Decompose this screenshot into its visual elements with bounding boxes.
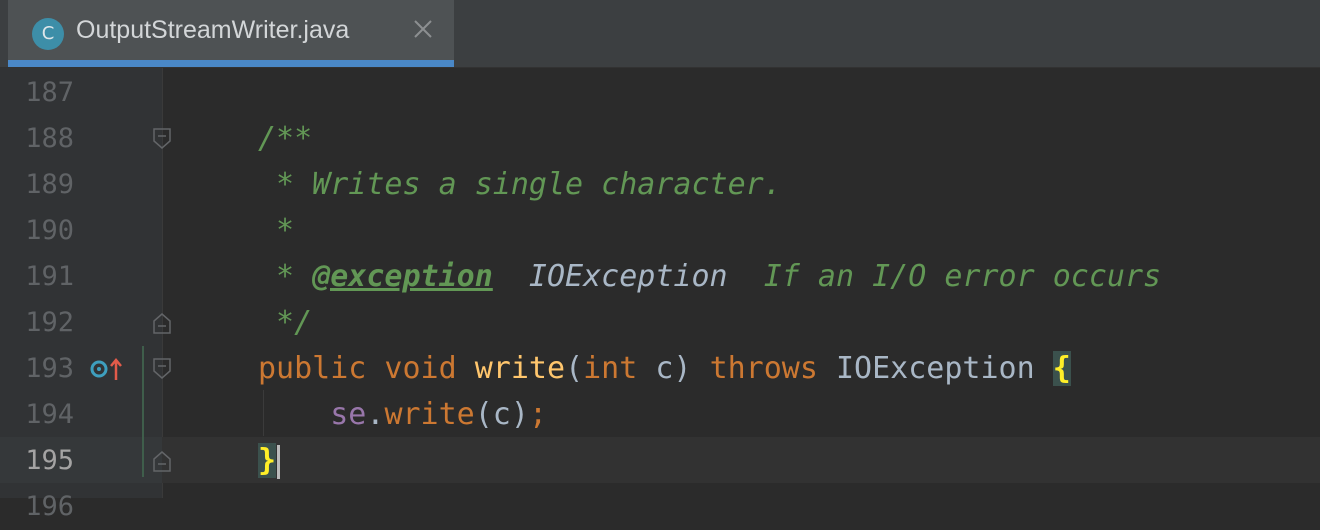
code-line: 192 */ xyxy=(0,300,1320,346)
code-line: 188 /** xyxy=(0,116,1320,162)
line-number: 191 xyxy=(25,261,74,292)
method-signature: public void write(int c) throws IOExcept… xyxy=(258,346,1071,392)
active-tab-indicator xyxy=(8,60,454,67)
line-number-current: 195 xyxy=(25,445,74,476)
semicolon: ; xyxy=(528,397,547,432)
code-line: 191 * @exception IOException If an I/O e… xyxy=(0,254,1320,300)
close-icon[interactable] xyxy=(412,18,434,40)
javadoc-tag[interactable]: @exception xyxy=(312,259,493,294)
code-line: 194 se.write(c); xyxy=(0,392,1320,438)
keyword-throws: throws xyxy=(709,351,818,386)
line-number: 194 xyxy=(25,399,74,430)
doc-comment-open: /** xyxy=(258,121,313,156)
matched-brace-open: { xyxy=(1052,351,1071,386)
doc-star: * xyxy=(258,259,313,294)
fold-close-icon[interactable] xyxy=(152,312,172,334)
code-line: 187 xyxy=(0,70,1320,116)
text-cursor xyxy=(277,444,281,479)
parameter: c) xyxy=(637,351,710,386)
java-class-icon: C xyxy=(32,18,64,50)
closing-brace-line: } xyxy=(258,438,281,484)
field-se[interactable]: se xyxy=(330,397,366,432)
matched-brace-close: } xyxy=(258,443,277,478)
fold-open-icon[interactable] xyxy=(152,128,172,150)
overrides-method-icon[interactable] xyxy=(90,356,124,382)
dot: . xyxy=(366,397,385,432)
doc-comment-text: * Writes a single character. xyxy=(258,167,782,202)
code-line: 196 xyxy=(0,484,1320,530)
keyword-void: void xyxy=(366,351,475,386)
tab-title: OutputStreamWriter.java xyxy=(76,16,350,44)
code-line: 193 public void write(int c) throws IOEx… xyxy=(0,346,1320,392)
doc-comment-text: * xyxy=(258,213,295,248)
method-call-write[interactable]: write xyxy=(384,397,474,432)
line-number: 193 xyxy=(25,353,74,384)
doc-comment-text: If an I/O error occurs xyxy=(727,259,1162,294)
doc-comment-close: */ xyxy=(258,305,313,340)
tab-bar: C OutputStreamWriter.java xyxy=(0,0,1320,68)
exception-type[interactable]: IOException xyxy=(818,351,1053,386)
method-call-line: se.write(c); xyxy=(258,392,547,438)
paren-open: ( xyxy=(565,351,584,386)
line-number: 190 xyxy=(25,215,74,246)
line-number: 192 xyxy=(25,307,74,338)
keyword-public: public xyxy=(258,351,367,386)
fold-open-icon[interactable] xyxy=(152,358,172,380)
code-line-current: 195 } xyxy=(0,438,1320,484)
method-name[interactable]: write xyxy=(475,351,565,386)
code-line: 189 * Writes a single character. xyxy=(0,162,1320,208)
editor-tab[interactable]: C OutputStreamWriter.java xyxy=(8,0,454,67)
keyword-int: int xyxy=(583,351,638,386)
line-number: 189 xyxy=(25,169,74,200)
code-line: 190 * xyxy=(0,208,1320,254)
call-args: (c) xyxy=(474,397,529,432)
line-number: 187 xyxy=(25,77,74,108)
code-editor[interactable]: 187 188 /** 189 * Writes a single charac… xyxy=(0,68,1320,522)
doc-comment-line: * @exception IOException If an I/O error… xyxy=(258,254,1161,300)
fold-close-icon[interactable] xyxy=(152,450,172,472)
line-number: 196 xyxy=(25,491,74,522)
javadoc-reference[interactable]: IOException xyxy=(493,259,728,294)
line-number: 188 xyxy=(25,123,74,154)
